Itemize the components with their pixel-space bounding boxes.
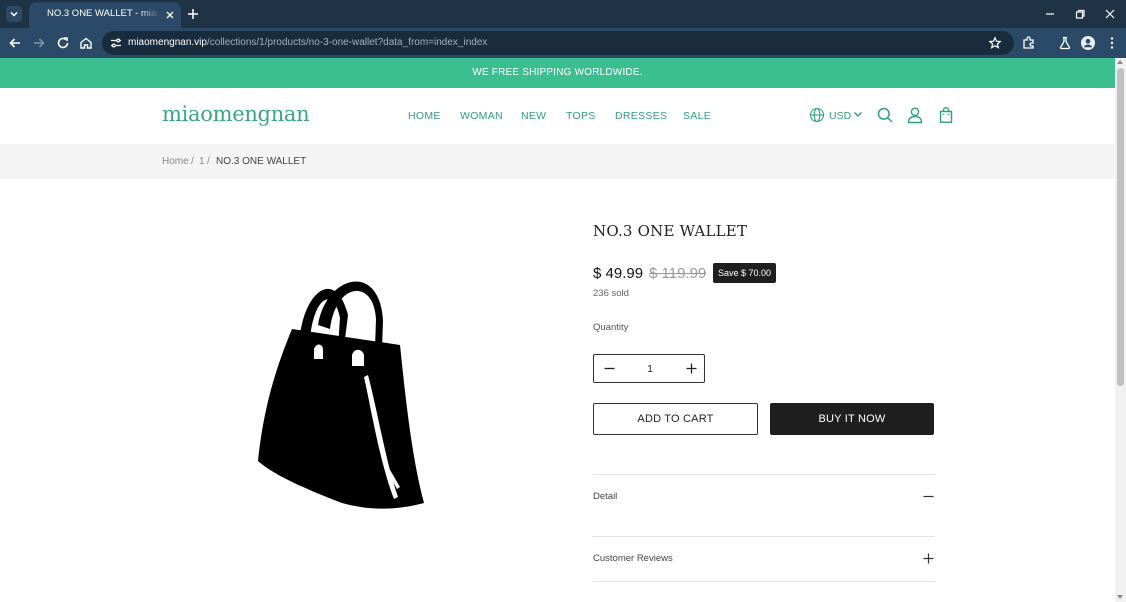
url-host: miaomengnan.vip [128,37,207,48]
breadcrumb-current: NO.3 ONE WALLET [216,156,307,167]
compare-at-price: $ 119.99 [649,265,707,282]
divider [593,581,934,582]
add-to-cart-button[interactable]: ADD TO CART [593,403,758,435]
minus-icon[interactable] [603,362,616,375]
search-icon[interactable] [876,106,894,124]
nav-home[interactable]: HOME [408,110,441,122]
tab-title: NO.3 ONE WALLET - miaomengnan [47,8,159,19]
accordion-reviews-label[interactable]: Customer Reviews [593,553,673,564]
reload-icon[interactable] [55,35,71,51]
back-arrow-icon[interactable] [7,35,23,51]
product-price: $ 49.99 [593,265,644,282]
new-tab-icon[interactable] [186,7,200,21]
save-badge: Save $ 70.00 [713,263,777,283]
labs-flask-icon[interactable] [1057,35,1073,51]
site-header: miaomengnan HOME WOMAN NEW TOPS DRESSES … [0,88,1115,144]
breadcrumb-home[interactable]: Home [162,156,189,167]
site-logo[interactable]: miaomengnan [162,102,310,126]
sold-count: 236 sold [593,288,629,299]
globe-icon[interactable] [809,107,825,123]
bookmark-star-icon[interactable] [988,36,1002,50]
minus-icon[interactable] [922,490,935,503]
quantity-label: Quantity [593,322,629,333]
currency-selector[interactable]: USD [829,110,851,122]
plus-icon[interactable] [922,552,935,565]
browser-tab-strip: NO.3 ONE WALLET - miaomengnan [0,0,1126,28]
quantity-input[interactable] [624,359,676,378]
browser-toolbar: miaomengnan.vip/collections/1/products/n… [0,28,1126,58]
handbag-icon[interactable] [248,263,438,513]
nav-new[interactable]: NEW [521,110,546,122]
home-icon[interactable] [78,35,94,51]
window-close-icon[interactable] [1103,7,1117,21]
nav-dresses[interactable]: DRESSES [615,110,667,122]
tab-search-button[interactable] [6,6,22,22]
url-path: /collections/1/products/no-3-one-wallet?… [206,37,488,48]
breadcrumb: Home / 1 / NO.3 ONE WALLET [0,144,1115,179]
buy-it-now-button[interactable]: BUY IT NOW [770,403,934,435]
breadcrumb-separator: / [207,156,210,167]
chevron-down-icon[interactable] [853,109,863,119]
divider [593,474,934,475]
shopping-bag-icon[interactable] [937,106,955,124]
divider [593,536,934,537]
page-scrollbar[interactable] [1115,58,1126,602]
browser-tab-active[interactable]: NO.3 ONE WALLET - miaomengnan [29,2,181,28]
nav-tops[interactable]: TOPS [566,110,596,122]
breadcrumb-collection[interactable]: 1 [199,156,205,167]
site-info-icon[interactable] [109,36,123,50]
restore-icon[interactable] [1073,7,1087,21]
account-icon[interactable] [906,106,924,124]
scrollbar-thumb[interactable] [1117,68,1124,386]
address-bar[interactable]: miaomengnan.vip/collections/1/products/n… [102,31,1014,55]
scroll-down-arrow-icon[interactable] [1117,595,1123,599]
quantity-stepper [593,354,705,383]
profile-avatar-icon[interactable] [1080,35,1096,51]
nav-woman[interactable]: WOMAN [460,110,503,122]
plus-icon[interactable] [685,362,698,375]
scroll-up-arrow-icon[interactable] [1117,60,1123,64]
forward-arrow-icon[interactable] [31,35,47,51]
minimize-icon[interactable] [1043,7,1057,21]
close-icon[interactable] [164,9,176,21]
accordion-detail-label[interactable]: Detail [593,491,617,502]
announcement-bar: WE FREE SHIPPING WORLDWIDE. [0,58,1115,88]
nav-sale[interactable]: SALE [683,110,711,122]
breadcrumb-separator: / [191,156,194,167]
web-page: WE FREE SHIPPING WORLDWIDE. miaomengnan … [0,58,1115,602]
product-title: NO.3 ONE WALLET [593,222,748,240]
handbag-shape [258,281,424,509]
browser-menu-icon[interactable] [1104,35,1120,51]
url-text: miaomengnan.vip/collections/1/products/n… [128,37,487,48]
chevron-down-icon [10,11,18,17]
extensions-puzzle-icon[interactable] [1021,35,1037,51]
